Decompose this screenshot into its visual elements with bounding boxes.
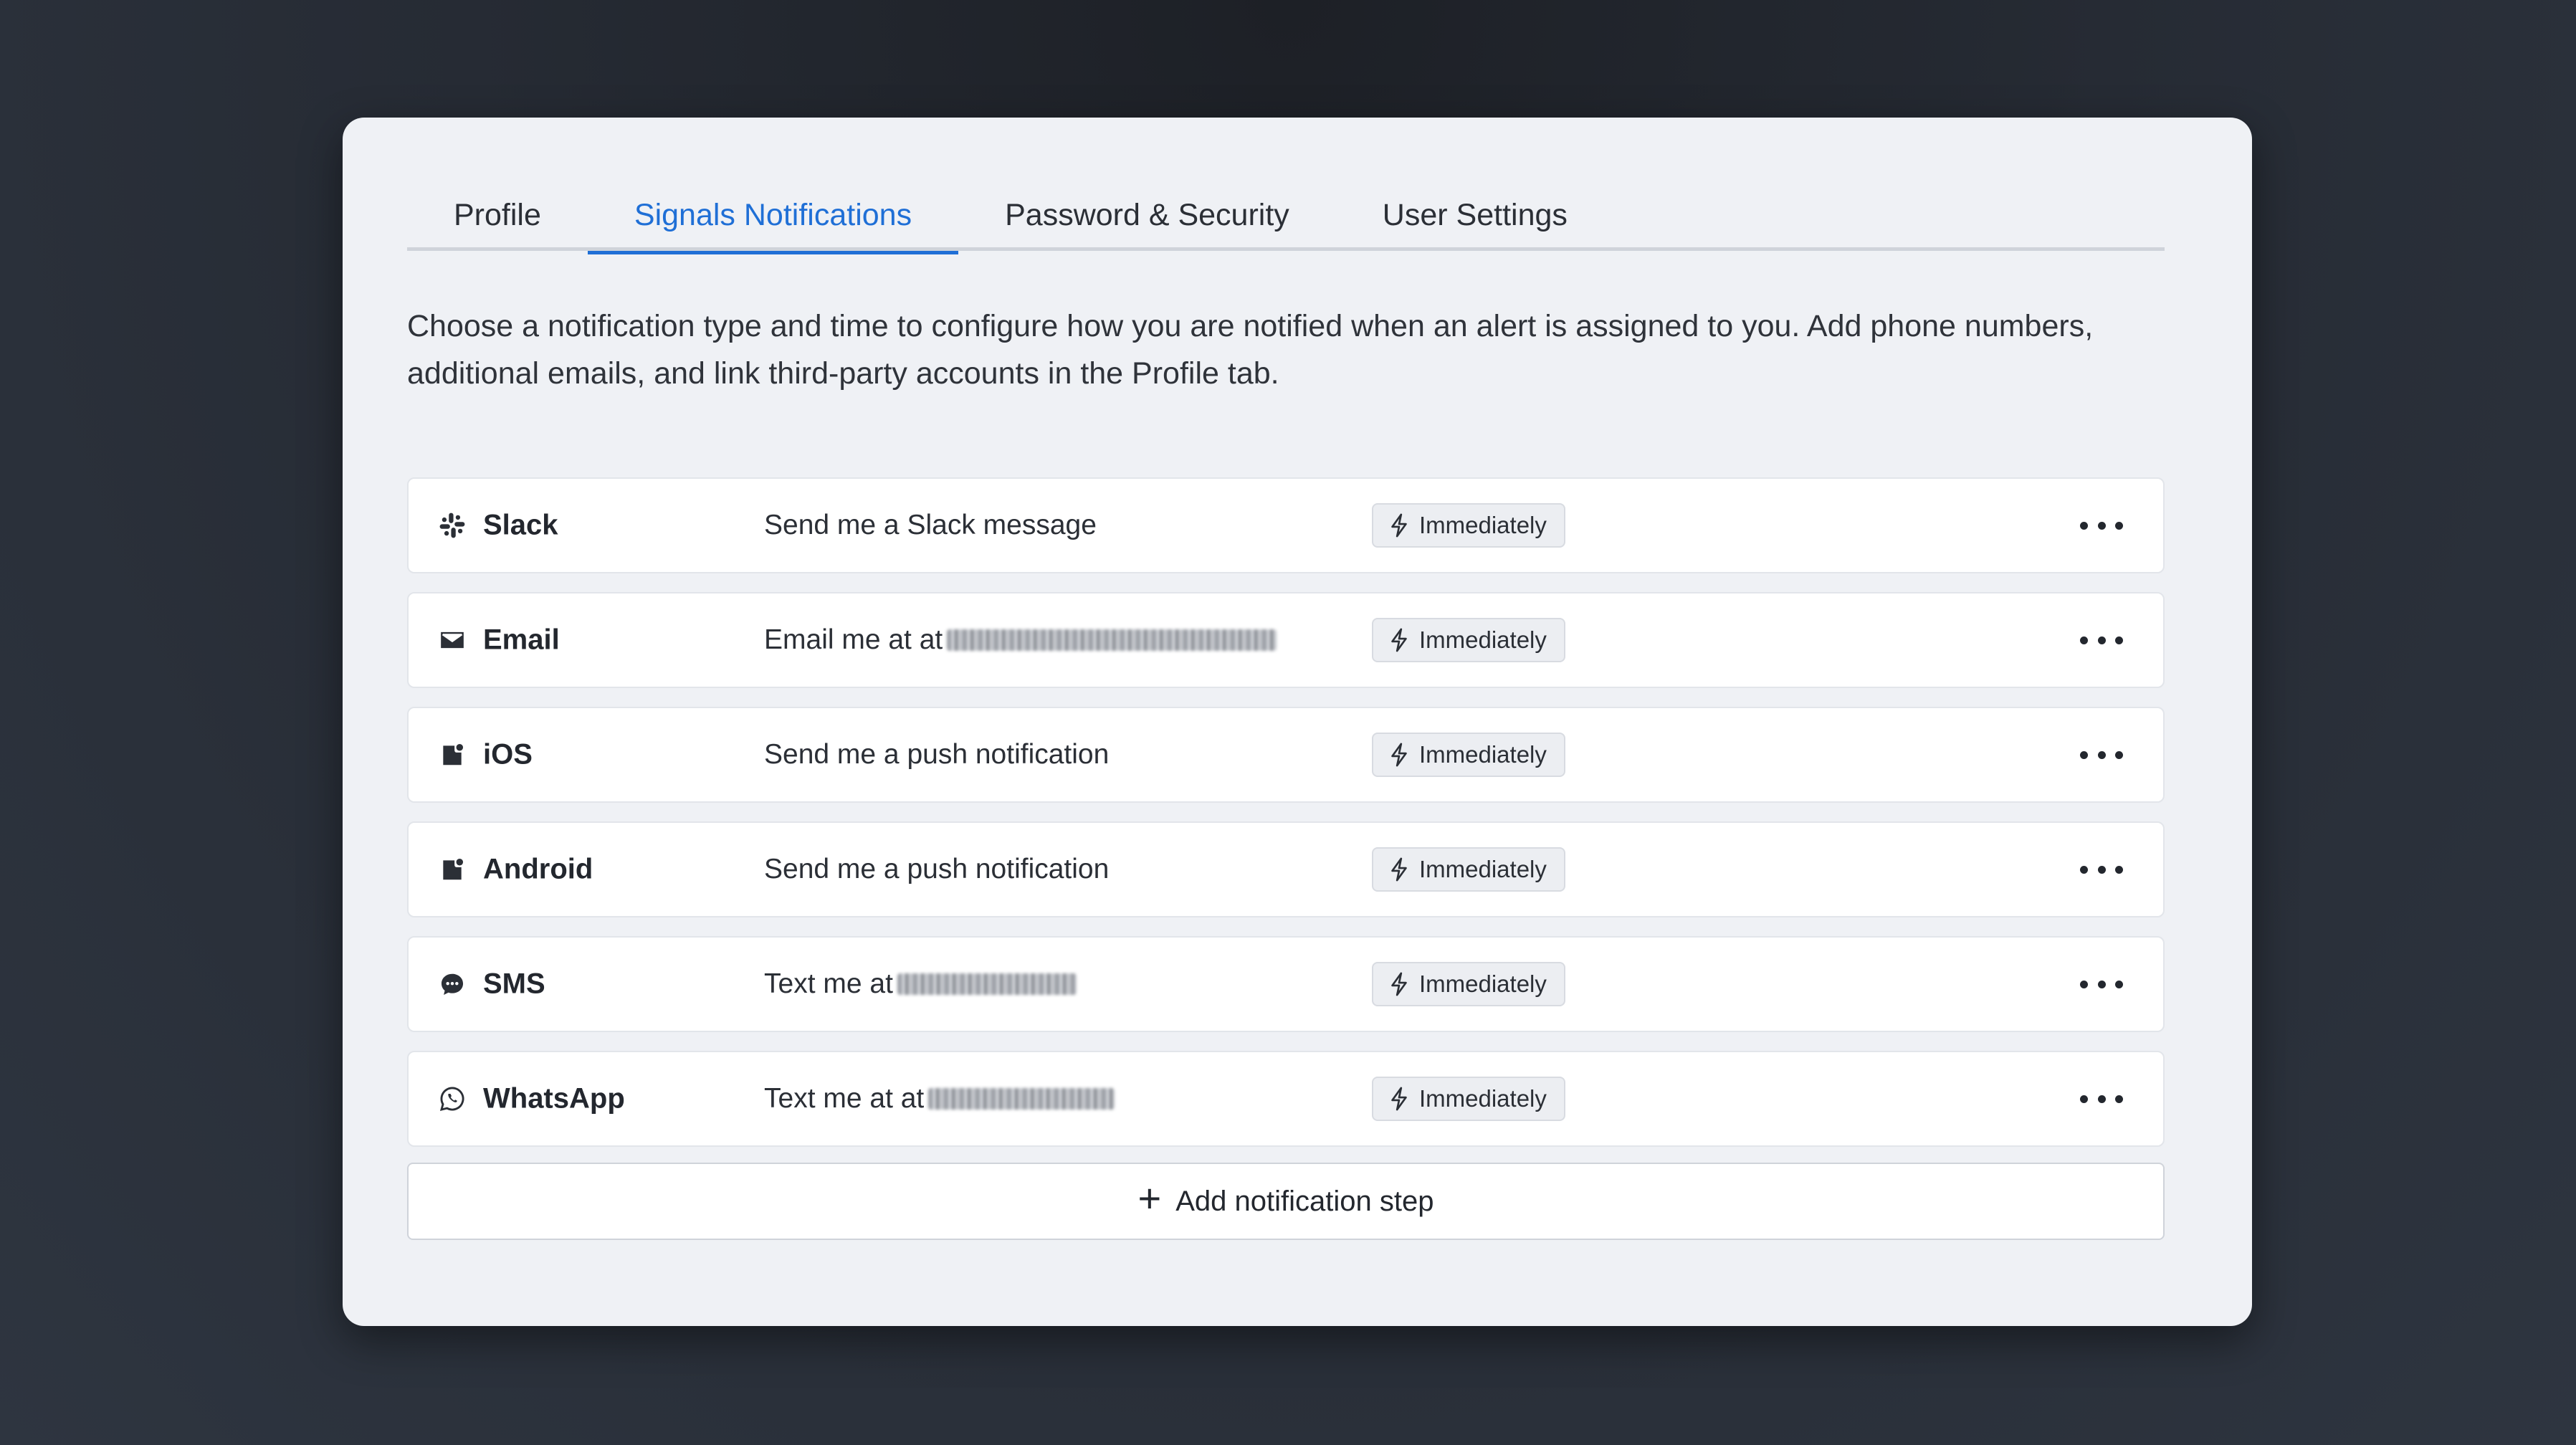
channel-description: Email me at at xyxy=(764,624,1277,656)
tab-signals-notifications[interactable]: Signals Notifications xyxy=(587,195,959,254)
channel-name: Slack xyxy=(483,509,558,541)
channel-description: Send me a push notification xyxy=(764,739,1109,771)
tab-label: Signals Notifications xyxy=(634,198,912,232)
more-options-button[interactable] xyxy=(2080,1084,2123,1113)
notification-list: Slack Send me a Slack message Immediatel… xyxy=(407,477,2165,1165)
notification-row-sms: SMS Text me at Immediately xyxy=(407,936,2165,1032)
channel-description: Send me a push notification xyxy=(764,854,1109,885)
notification-row-email: Email Email me at at Immediately xyxy=(407,592,2165,688)
channel-description-text: Send me a Slack message xyxy=(764,510,1097,540)
tab-bar: Profile Signals Notifications Password &… xyxy=(407,195,2165,254)
channel-name: WhatsApp xyxy=(483,1082,625,1115)
notification-row-slack: Slack Send me a Slack message Immediatel… xyxy=(407,477,2165,573)
tab-label: Profile xyxy=(454,198,541,232)
lightning-icon xyxy=(1391,972,1407,996)
channel-description-text: Email me at at xyxy=(764,624,943,655)
more-options-button[interactable] xyxy=(2080,511,2123,540)
timing-label: Immediately xyxy=(1419,512,1547,538)
timing-badge[interactable]: Immediately xyxy=(1372,503,1565,548)
channel-description: Text me at at xyxy=(764,1083,1115,1115)
timing-badge[interactable]: Immediately xyxy=(1372,733,1565,777)
mobile-notification-icon xyxy=(439,856,466,883)
tab-profile[interactable]: Profile xyxy=(407,195,588,251)
notification-row-whatsapp: WhatsApp Text me at at Immediately xyxy=(407,1051,2165,1147)
timing-badge[interactable]: Immediately xyxy=(1372,962,1565,1006)
plus-icon: + xyxy=(1137,1175,1162,1221)
timing-badge[interactable]: Immediately xyxy=(1372,618,1565,662)
chat-bubble-icon xyxy=(439,971,466,998)
whatsapp-icon xyxy=(439,1085,466,1112)
channel-description: Text me at xyxy=(764,968,1077,1000)
redacted-email xyxy=(947,629,1277,651)
notification-row-android: Android Send me a push notification Imme… xyxy=(407,821,2165,917)
timing-label: Immediately xyxy=(1419,971,1547,997)
redacted-phone-number xyxy=(928,1088,1115,1110)
more-options-button[interactable] xyxy=(2080,855,2123,884)
mail-icon xyxy=(439,626,466,654)
more-options-button[interactable] xyxy=(2080,626,2123,654)
timing-badge[interactable]: Immediately xyxy=(1372,847,1565,892)
channel-description-text: Send me a push notification xyxy=(764,739,1110,770)
channel-description-text: Send me a push notification xyxy=(764,854,1110,884)
lightning-icon xyxy=(1391,743,1407,767)
slack-icon xyxy=(439,512,466,539)
timing-label: Immediately xyxy=(1419,626,1547,653)
lightning-icon xyxy=(1391,857,1407,882)
lightning-icon xyxy=(1391,628,1407,652)
tab-label: User Settings xyxy=(1382,198,1568,232)
notification-row-ios: iOS Send me a push notification Immediat… xyxy=(407,707,2165,803)
channel-description-text: Text me at xyxy=(764,968,893,999)
channel-description-text: Text me at at xyxy=(764,1083,925,1114)
tab-user-settings[interactable]: User Settings xyxy=(1336,195,1614,251)
more-options-button[interactable] xyxy=(2080,970,2123,998)
page-description: Choose a notification type and time to c… xyxy=(407,309,2094,391)
timing-label: Immediately xyxy=(1419,856,1547,882)
channel-name: Android xyxy=(483,853,593,885)
settings-card: Profile Signals Notifications Password &… xyxy=(343,118,2252,1326)
timing-label: Immediately xyxy=(1419,1085,1547,1112)
tab-password-security[interactable]: Password & Security xyxy=(958,195,1336,251)
timing-label: Immediately xyxy=(1419,741,1547,768)
add-notification-step-label: Add notification step xyxy=(1175,1185,1434,1217)
channel-name: SMS xyxy=(483,968,545,1000)
add-notification-step-button[interactable]: + Add notification step xyxy=(407,1163,2165,1240)
timing-badge[interactable]: Immediately xyxy=(1372,1077,1565,1121)
channel-description: Send me a Slack message xyxy=(764,510,1097,541)
lightning-icon xyxy=(1391,513,1407,538)
channel-name: iOS xyxy=(483,738,533,771)
more-options-button[interactable] xyxy=(2080,740,2123,769)
mobile-notification-icon xyxy=(439,741,466,768)
channel-name: Email xyxy=(483,624,560,656)
redacted-phone-number xyxy=(897,973,1077,995)
lightning-icon xyxy=(1391,1087,1407,1111)
tab-label: Password & Security xyxy=(1005,198,1289,232)
